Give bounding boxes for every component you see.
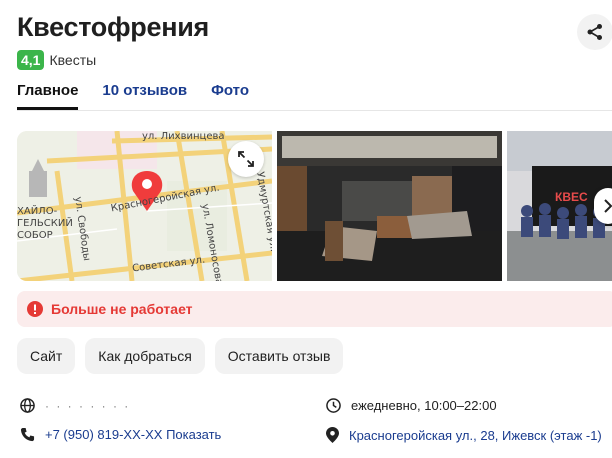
alert-icon bbox=[27, 301, 43, 317]
website-link[interactable]: · · · · · · · · bbox=[45, 399, 130, 413]
media-carousel: ул. Лихвинцева Красногеройская ул. ул. Л… bbox=[17, 131, 612, 281]
website-row: · · · · · · · · bbox=[20, 398, 130, 413]
svg-text:КВЕС: КВЕС bbox=[555, 190, 588, 204]
leave-review-button[interactable]: Оставить отзыв bbox=[214, 338, 344, 374]
chevron-right-icon bbox=[604, 199, 612, 213]
rating-row: 4,1 Квесты bbox=[17, 50, 96, 70]
tab-reviews[interactable]: 10 отзывов bbox=[102, 82, 187, 110]
share-icon bbox=[587, 24, 602, 40]
carousel-next-button[interactable] bbox=[594, 188, 612, 224]
rating-badge[interactable]: 4,1 bbox=[17, 50, 45, 70]
photo-interior[interactable] bbox=[277, 131, 502, 281]
tab-bar: Главное 10 отзывов Фото bbox=[17, 82, 249, 110]
route-button[interactable]: Как добраться bbox=[85, 338, 205, 374]
clock-icon bbox=[326, 398, 341, 413]
closed-status-banner: Больше не работает bbox=[17, 291, 612, 327]
tab-main[interactable]: Главное bbox=[17, 82, 79, 110]
closed-status-text: Больше не работает bbox=[51, 301, 193, 317]
map-landmark-label: ХАЙЛО- ГЕЛЬСКИЙ СОБОР bbox=[17, 206, 73, 241]
address-link[interactable]: Красногеройская ул., 28, Ижевск (этаж -1… bbox=[349, 428, 602, 443]
page-title: Квестофрения bbox=[17, 12, 209, 42]
expand-icon bbox=[238, 151, 254, 167]
action-buttons: Сайт Как добраться Оставить отзыв bbox=[17, 338, 344, 374]
hours-row: ежедневно, 10:00–22:00 bbox=[326, 398, 497, 413]
phone-link[interactable]: +7 (950) 819-XX-XX Показать bbox=[45, 427, 221, 442]
globe-icon bbox=[20, 398, 35, 413]
category-label[interactable]: Квесты bbox=[49, 52, 96, 68]
tabs-divider bbox=[17, 110, 612, 111]
phone-row: +7 (950) 819-XX-XX Показать bbox=[20, 427, 221, 442]
hours-text[interactable]: ежедневно, 10:00–22:00 bbox=[351, 398, 497, 413]
phone-icon bbox=[20, 427, 35, 442]
tab-photos[interactable]: Фото bbox=[211, 82, 249, 110]
show-phone-link[interactable]: Показать bbox=[166, 427, 221, 442]
map-street-label: ул. Лихвинцева bbox=[142, 131, 225, 142]
map-expand-button[interactable] bbox=[228, 141, 264, 177]
website-button[interactable]: Сайт bbox=[17, 338, 76, 374]
share-button[interactable] bbox=[577, 14, 612, 50]
address-row: Красногеройская ул., 28, Ижевск (этаж -1… bbox=[326, 427, 602, 443]
location-pin-icon bbox=[326, 427, 339, 443]
